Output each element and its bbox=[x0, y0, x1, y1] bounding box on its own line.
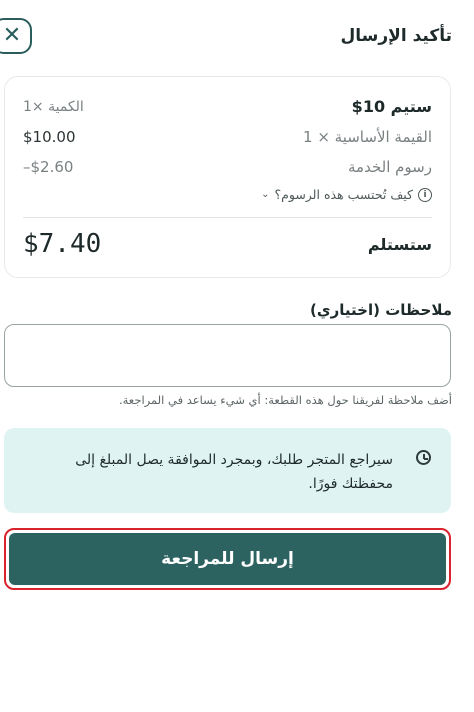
clock-check-icon bbox=[416, 450, 431, 465]
submit-for-review-button[interactable]: إرسال للمراجعة bbox=[4, 528, 451, 590]
item-name: ستيم 10$ bbox=[351, 97, 432, 116]
page-title: تأكيد الإرسال bbox=[340, 26, 452, 46]
item-row: ستيم 10$ الكمية ×1 bbox=[23, 97, 432, 116]
divider bbox=[23, 217, 432, 218]
base-row: القيمة الأساسية × 1 $10.00 bbox=[23, 128, 432, 146]
receive-label: ستستلم bbox=[367, 234, 432, 254]
fee-explanation-toggle[interactable]: i كيف تُحتسب هذه الرسوم؟ ⌄ bbox=[261, 187, 432, 202]
fee-value: –$2.60 bbox=[23, 158, 74, 176]
fee-label: رسوم الخدمة bbox=[348, 158, 432, 176]
summary-card: ستيم 10$ الكمية ×1 القيمة الأساسية × 1 $… bbox=[4, 76, 451, 278]
receive-row: ستستلم $7.40 bbox=[23, 229, 432, 259]
notes-input[interactable] bbox=[4, 324, 451, 387]
close-button[interactable]: ✕ bbox=[0, 18, 32, 54]
header: تأكيد الإرسال ✕ bbox=[0, 18, 474, 58]
notes-label: ملاحظات (اختياري) bbox=[310, 301, 452, 319]
close-icon: ✕ bbox=[2, 23, 22, 48]
banner-text: سيراجع المتجر طلبك، وبمجرد الموافقة يصل … bbox=[75, 452, 393, 492]
notes-hint: أضف ملاحظة لفريقنا حول هذه القطعة: أي شي… bbox=[118, 393, 452, 407]
info-icon: i bbox=[418, 187, 432, 202]
fee-row: رسوم الخدمة –$2.60 bbox=[23, 158, 432, 176]
chevron-down-icon: ⌄ bbox=[261, 189, 270, 200]
base-label: القيمة الأساسية × 1 bbox=[303, 128, 432, 146]
receive-value: $7.40 bbox=[23, 229, 102, 259]
item-quantity: الكمية ×1 bbox=[23, 98, 84, 115]
submit-button-label: إرسال للمراجعة bbox=[9, 533, 446, 585]
base-value: $10.00 bbox=[23, 128, 76, 146]
fee-explanation-label: كيف تُحتسب هذه الرسوم؟ bbox=[274, 187, 413, 202]
review-info-banner: سيراجع المتجر طلبك، وبمجرد الموافقة يصل … bbox=[4, 428, 451, 513]
